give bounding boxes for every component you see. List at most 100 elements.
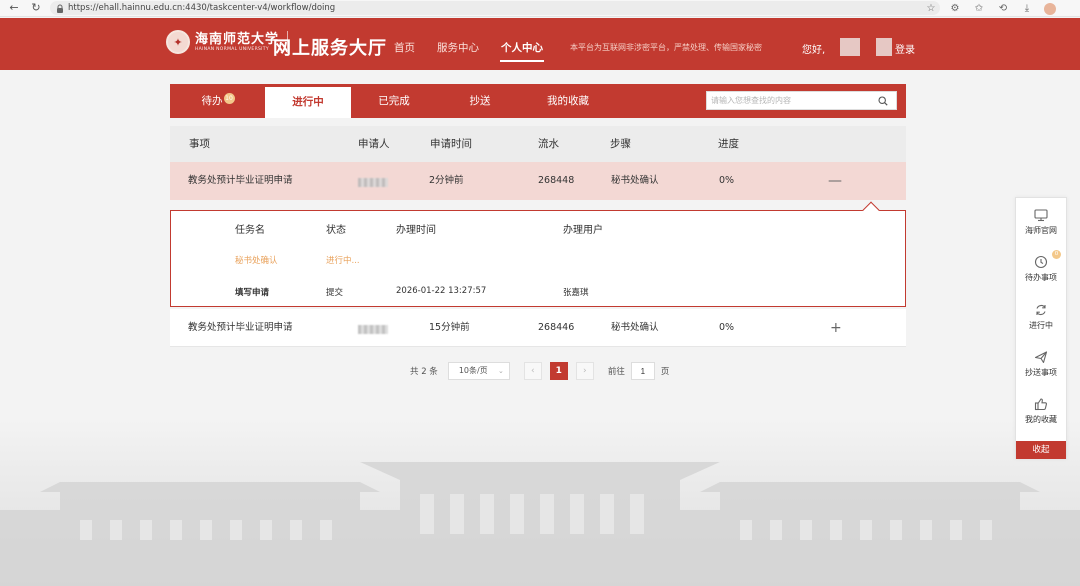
detail-task-name: 秘书处确认 (235, 256, 278, 266)
address-bar[interactable]: https://ehall.hainnu.edu.cn:4430/taskcen… (50, 1, 940, 15)
col-serial: 流水 (538, 138, 559, 150)
collapse-button[interactable]: 收起 (1016, 441, 1066, 459)
row-time: 2分钟前 (429, 175, 464, 186)
site-header: ✦ 海南师范大学 HAINAN NORMAL UNIVERSITY 网上服务大厅… (0, 18, 1080, 70)
table-row[interactable]: 教务处预计毕业证明申请 2分钟前 268448 秘书处确认 0% — (170, 162, 906, 200)
security-notice: 本平台为互联网非涉密平台，严禁处理、传输国家秘密 (570, 43, 762, 52)
page-size-select[interactable]: 10条/页 ⌄ (447, 362, 510, 380)
pagination: 共 2 条 10条/页 ⌄ ‹ 1 › 前往 页 (410, 362, 669, 380)
tab-cc[interactable]: 抄送 (452, 84, 508, 118)
page-size-value: 10条/页 (458, 366, 488, 375)
chevron-down-icon: ⌄ (497, 367, 504, 375)
download-icon[interactable]: ⤓ (1020, 3, 1034, 14)
login-link[interactable]: 登录 (895, 41, 915, 56)
redacted-applicant (358, 178, 388, 187)
col-progress: 进度 (718, 138, 739, 150)
todo-items-link[interactable]: 0 待办事项 (1016, 250, 1066, 283)
in-progress-link[interactable]: 进行中 (1016, 302, 1066, 331)
detail-status: 进行中... (326, 256, 360, 266)
col-item: 事项 (189, 138, 210, 150)
greeting: 您好, (802, 45, 826, 56)
col-step: 步骤 (610, 138, 631, 150)
logo[interactable]: ✦ 海南师范大学 HAINAN NORMAL UNIVERSITY (166, 30, 289, 54)
logo-cn: 海南师范大学 (195, 32, 280, 47)
star-icon[interactable]: ☆ (924, 3, 938, 14)
tab-todo[interactable]: 待办 10 (188, 84, 248, 118)
total-count: 共 2 条 (410, 367, 438, 377)
fp-label: 待办事项 (1025, 273, 1057, 282)
page-number-button[interactable]: 1 (549, 362, 568, 380)
row-serial: 268446 (538, 322, 575, 333)
task-table: 事项 申请人 申请时间 流水 步骤 进度 教务处预计毕业证明申请 2分钟前 26… (170, 126, 906, 347)
table-row[interactable]: 教务处预计毕业证明申请 15分钟前 268446 秘书处确认 0% + (170, 309, 906, 347)
search-input[interactable] (707, 96, 875, 105)
todo-badge: 0 (1052, 250, 1061, 259)
row-time: 15分钟前 (429, 322, 470, 333)
row-progress: 0% (719, 322, 735, 333)
official-site-link[interactable]: 海师官网 (1016, 207, 1066, 236)
row-item: 教务处预计毕业证明申请 (188, 175, 293, 186)
task-tabs: 待办 10 进行中 已完成 抄送 我的收藏 (170, 84, 906, 118)
row-progress: 0% (719, 175, 735, 186)
table-header: 事项 申请人 申请时间 流水 步骤 进度 (170, 126, 906, 162)
page-unit: 页 (660, 367, 670, 377)
expand-toggle[interactable]: + (830, 309, 842, 347)
redacted-username (840, 38, 860, 56)
avatar[interactable] (1044, 2, 1056, 15)
goto-page-input[interactable] (630, 362, 655, 380)
tab-favorites[interactable]: 我的收藏 (536, 84, 600, 118)
loop-icon (1036, 304, 1046, 316)
fp-label: 进行中 (1029, 321, 1053, 330)
next-page-button[interactable]: › (575, 362, 594, 380)
row-step: 秘书处确认 (611, 322, 659, 333)
cc-items-link[interactable]: 抄送事项 (1016, 349, 1066, 378)
row-serial: 268448 (538, 175, 575, 186)
detail-status: 提交 (326, 288, 344, 298)
extension-icon[interactable]: ⚙ (948, 3, 962, 14)
tab-completed[interactable]: 已完成 (364, 84, 424, 118)
detail-col-status: 状态 (326, 225, 346, 236)
redacted-info (876, 38, 892, 56)
favorites-icon[interactable]: ✩ (972, 3, 986, 14)
url-text: https://ehall.hainnu.edu.cn:4430/taskcen… (68, 3, 336, 13)
detail-caret (862, 201, 880, 219)
detail-col-user: 办理用户 (563, 225, 603, 236)
tab-in-progress[interactable]: 进行中 (265, 87, 351, 118)
back-arrow-icon[interactable]: ← (6, 0, 22, 16)
row-detail-panel: 任务名 状态 办理时间 办理用户 秘书处确认 进行中... 填写申请 提交 20… (170, 201, 906, 307)
nav-service-center[interactable]: 服务中心 (437, 40, 479, 55)
paper-plane-icon (1034, 351, 1048, 364)
redacted-applicant (358, 325, 388, 334)
browser-actions: ☆ ⚙ ✩ ⟲ ⤓ (924, 0, 1056, 17)
fp-label: 我的收藏 (1025, 415, 1057, 424)
top-nav: 首页 服务中心 个人中心 (394, 40, 544, 62)
nav-home[interactable]: 首页 (394, 40, 415, 55)
favorites-link[interactable]: 我的收藏 (1016, 396, 1066, 425)
row-item: 教务处预计毕业证明申请 (188, 322, 293, 333)
search-box (706, 91, 897, 110)
todo-count-badge: 10 (223, 93, 235, 104)
history-icon[interactable]: ⟲ (996, 3, 1010, 14)
collapse-toggle[interactable]: — (828, 162, 842, 200)
lock-icon (57, 4, 63, 13)
detail-handle-time: 2026-01-22 13:27:57 (396, 286, 487, 296)
goto-label: 前往 (607, 367, 625, 377)
logo-en: HAINAN NORMAL UNIVERSITY (195, 47, 269, 52)
refresh-icon[interactable]: ↻ (28, 0, 44, 16)
detail-handler: 张嘉琪 (563, 288, 589, 298)
search-icon[interactable] (875, 93, 891, 109)
detail-task-name: 填写申请 (235, 288, 270, 298)
fp-label: 抄送事项 (1025, 368, 1057, 377)
clock-icon (1034, 255, 1048, 269)
tab-todo-label: 待办 (201, 95, 223, 107)
quick-access-panel: 海师官网 0 待办事项 进行中 抄送事项 我的收藏 收起 (1015, 197, 1067, 459)
nav-personal-center[interactable]: 个人中心 (500, 40, 544, 62)
fp-label: 海师官网 (1025, 226, 1057, 235)
university-seal-icon: ✦ (166, 30, 190, 54)
site-title: 网上服务大厅 (273, 38, 387, 59)
campus-building-background (0, 420, 1080, 586)
monitor-icon (1034, 209, 1048, 222)
thumbs-up-icon (1034, 398, 1047, 411)
prev-page-button[interactable]: ‹ (523, 362, 542, 380)
logo-text: 海南师范大学 HAINAN NORMAL UNIVERSITY (195, 32, 279, 52)
